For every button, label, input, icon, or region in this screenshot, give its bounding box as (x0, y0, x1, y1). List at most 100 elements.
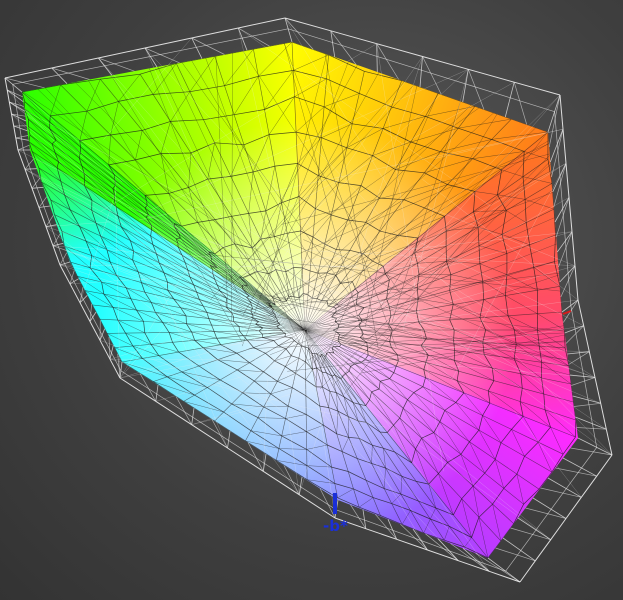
wireframe-edge (24, 159, 34, 170)
wireframe-edge (104, 56, 151, 67)
wireframe-edge (596, 454, 613, 477)
wireframe-edge (51, 57, 99, 69)
wireframe-edge (504, 82, 515, 118)
wireframe-edge (547, 477, 582, 498)
wireframe-edge (15, 137, 19, 151)
wireframe-edge (191, 37, 225, 55)
wireframe-edge (574, 265, 579, 301)
wireframe-edge (23, 149, 31, 170)
wireframe-edge (600, 403, 607, 430)
wireframe-edge (422, 56, 469, 70)
mesh-edge (23, 101, 26, 109)
wireframe-edge (58, 65, 105, 76)
wireframe-edge (376, 56, 422, 71)
wireframe-edge (565, 497, 582, 519)
wireframe-edge (15, 137, 29, 141)
wireframe-edge (514, 81, 561, 96)
wireframe-edge (242, 28, 289, 39)
wireframe-edge (38, 196, 47, 208)
wireframe-edge (15, 135, 29, 139)
wireframe-edge (559, 94, 564, 130)
wireframe-edge (17, 144, 30, 151)
wireframe-edge (475, 552, 521, 583)
wireframe-edge (519, 560, 536, 583)
wireframe-edge (577, 299, 585, 326)
wireframe-edge (565, 163, 570, 198)
wireframe-edge (513, 82, 528, 125)
wireframe-edge (13, 125, 28, 132)
wireframe-edge (495, 547, 536, 562)
wireframe-edge (17, 117, 21, 129)
wireframe-edge (330, 30, 377, 45)
wireframe-edge (594, 377, 602, 404)
wireframe-edge (571, 377, 596, 386)
wireframe-edge (263, 470, 300, 496)
wireframe-edge (191, 27, 239, 39)
wireframe-edge (605, 429, 613, 456)
wireframe-edge (562, 457, 597, 477)
wireframe-edge (548, 94, 561, 148)
wireframe-edge (468, 68, 515, 83)
wireframe-edge (554, 111, 558, 144)
wireframe-edge (89, 321, 101, 341)
wireframe-edge (24, 168, 37, 170)
wireframe-edge (568, 197, 573, 232)
wireframe-edge (45, 215, 54, 227)
wireframe-edge (362, 509, 367, 529)
wireframe-edge (583, 325, 590, 352)
wireframe-edge (588, 351, 596, 378)
wireframe-edge (287, 28, 333, 43)
wireframe-edge (550, 518, 567, 540)
wireframe-edge (573, 402, 601, 407)
gamut-white-core (22, 42, 578, 558)
wireframe-edge (69, 283, 81, 303)
wireframe-edge (31, 186, 44, 189)
a-axis-tick (562, 310, 572, 315)
wireframe-edge (14, 95, 17, 107)
wireframe-edge (510, 97, 555, 113)
wireframe-edge (580, 475, 598, 498)
gamut-solid (22, 42, 578, 558)
wireframe-edge (332, 42, 378, 57)
mesh-edge (176, 237, 181, 240)
wireframe-edge (502, 537, 536, 562)
wireframe-edge (421, 69, 466, 85)
wireframe-edge (191, 407, 195, 425)
wireframe-edge (587, 399, 593, 424)
wireframe-edge (155, 384, 159, 402)
wireframe-edge (144, 47, 180, 64)
wireframe-edge (298, 494, 336, 519)
wireframe-edge (489, 570, 521, 583)
b-axis-label: -b* (323, 517, 348, 535)
wireframe-edge (227, 430, 231, 449)
wireframe-edge (238, 27, 270, 47)
wireframe-edge (487, 557, 521, 583)
wireframe-edge (566, 467, 582, 489)
wireframe-edge (572, 395, 601, 404)
wireframe-edge (534, 539, 552, 562)
wireframe-edge (564, 325, 584, 334)
wireframe-edge (150, 46, 197, 57)
mesh-edge (49, 115, 51, 123)
wireframe-edge (550, 488, 567, 510)
wireframe-edge (571, 231, 576, 266)
wireframe-edge (562, 129, 567, 164)
wireframe-edge (191, 37, 203, 59)
wireframe-edge (31, 177, 41, 189)
wireframe-edge (551, 129, 564, 178)
wireframe-edge (458, 560, 490, 572)
wireframe-edge (13, 125, 17, 139)
gamut-3d-view[interactable] (0, 0, 623, 600)
wireframe-edge (109, 345, 114, 360)
wireframe-edge (532, 497, 567, 519)
wireframe-edge (4, 67, 52, 79)
wireframe-edge (462, 69, 469, 103)
wireframe-edge (8, 101, 12, 115)
wireframe-edge (238, 17, 286, 29)
mesh-edge (367, 350, 369, 356)
wireframe-edge (144, 37, 192, 49)
wireframe-edge (364, 519, 393, 531)
wireframe-edge (79, 302, 91, 322)
wireframe-edge (510, 527, 551, 541)
wireframe-edge (12, 74, 59, 85)
